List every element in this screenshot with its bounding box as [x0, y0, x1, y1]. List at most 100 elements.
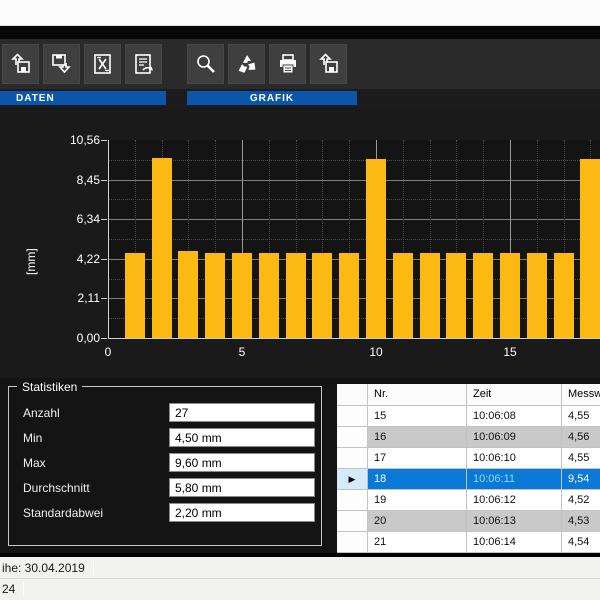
tab-daten[interactable]: DATEN [0, 91, 166, 105]
table-cell-messwert[interactable]: 4,56 [562, 427, 600, 448]
status-line-count: 24 [0, 578, 600, 599]
h-minor-gridline [108, 199, 600, 201]
y-tick-mark [101, 219, 107, 221]
stat-label: Durchschnitt [23, 481, 90, 495]
save-data-button[interactable] [43, 44, 80, 84]
status-line-date: ihe: 30.04.2019 [0, 557, 600, 578]
stat-row-anzahl: Anzahl [9, 403, 321, 423]
stat-row-max: Max [9, 453, 321, 473]
stat-value-input[interactable] [169, 453, 315, 472]
table-cell-nr[interactable]: 16 [368, 427, 467, 448]
status-separator [92, 560, 94, 575]
table-cell-messwert[interactable]: 4,55 [562, 448, 600, 469]
print-icon [276, 52, 300, 76]
table-cell-selector[interactable] [337, 532, 368, 553]
table-row[interactable]: 17 10:06:10 4,55 [337, 448, 600, 469]
stat-row-standardabwei: Standardabwei [9, 503, 321, 523]
table-row[interactable]: 15 10:06:08 4,55 [337, 406, 600, 427]
table-cell-selector[interactable] [337, 406, 368, 427]
table-cell-zeit[interactable]: 10:06:08 [467, 406, 562, 427]
chart-bar [205, 252, 226, 338]
chart-bar [339, 253, 360, 338]
chart-bar [580, 159, 600, 338]
chart-bar [151, 158, 172, 338]
toolbar-group-grafik [187, 44, 347, 84]
table-cell-selector[interactable] [337, 448, 368, 469]
save-image-button[interactable] [310, 44, 347, 84]
y-tick-label: 8,45 [76, 172, 100, 187]
table-cell-nr[interactable]: 17 [368, 448, 467, 469]
zoom-button[interactable] [187, 44, 224, 84]
stat-label: Anzahl [23, 406, 60, 420]
table-header-nr[interactable]: Nr. [368, 384, 467, 406]
table-cell-nr[interactable]: 20 [368, 511, 467, 532]
table-cell-messwert[interactable]: 4,53 [562, 511, 600, 532]
table-header-messwert[interactable]: Messw [562, 384, 600, 406]
chart-bar [312, 252, 333, 338]
stat-value-input[interactable] [169, 403, 315, 422]
table-row[interactable]: 16 10:06:09 4,56 [337, 427, 600, 448]
y-tick-label: 4,22 [76, 251, 100, 266]
chart-bar [178, 251, 199, 338]
y-tick-label: 10,56 [69, 133, 100, 147]
table-cell-zeit[interactable]: 10:06:12 [467, 490, 562, 511]
table-cell-messwert[interactable]: 4,55 [562, 406, 600, 427]
status-bar: ihe: 30.04.2019 24 [0, 557, 600, 600]
table-cell-nr[interactable]: 19 [368, 490, 467, 511]
table-header-row: Nr. Zeit Messw [337, 384, 600, 406]
tab-grafik[interactable]: GRAFIK [187, 91, 357, 105]
x-tick-label: 5 [238, 345, 246, 359]
table-cell-selector[interactable] [337, 490, 368, 511]
table-cell-nr[interactable]: 18 [368, 469, 467, 490]
measurement-table[interactable]: Nr. Zeit Messw 15 10:06:08 4,55 16 10:06:09 4,56… [337, 384, 600, 553]
table-cell-selector[interactable] [337, 427, 368, 448]
table-cell-messwert[interactable]: 9,54 [562, 469, 600, 490]
export-report-button[interactable] [125, 44, 162, 84]
table-cell-zeit[interactable]: 10:06:09 [467, 427, 562, 448]
table-header-selector[interactable] [337, 384, 368, 406]
table-row[interactable]: 21 10:06:14 4,54 [337, 532, 600, 553]
y-tick-mark [101, 258, 107, 260]
stat-row-durchschnitt: Durchschnitt [9, 478, 321, 498]
table-cell-zeit[interactable]: 10:06:10 [467, 448, 562, 469]
stat-value-input[interactable] [169, 503, 315, 522]
table-row[interactable]: 19 10:06:12 4,52 [337, 490, 600, 511]
chart-bar [124, 252, 145, 338]
chart-bar [232, 252, 252, 338]
statistics-title: Statistiken [17, 380, 83, 394]
export-report-icon [132, 52, 156, 76]
export-excel-button[interactable] [84, 44, 121, 84]
chart-bar [366, 158, 386, 338]
table-cell-messwert[interactable]: 4,54 [562, 532, 600, 553]
table-header-zeit[interactable]: Zeit [467, 384, 562, 406]
table-cell-nr[interactable]: 15 [368, 406, 467, 427]
table-row[interactable]: ▶ 18 10:06:11 9,54 [337, 469, 600, 490]
y-tick-label: 0,00 [76, 331, 100, 345]
bar-chart: 10,56 8,45 6,34 4,22 2,11 0,00 0 5 10 15 [mm] [0, 107, 600, 378]
table-cell-zeit[interactable]: 10:06:14 [467, 532, 562, 553]
y-tick-mark [101, 338, 107, 339]
bottom-section: Statistiken Anzahl Min Max Durchschnitt Stan… [0, 378, 600, 553]
load-data-button[interactable] [2, 44, 39, 84]
x-axis-line [108, 338, 600, 339]
table-row[interactable]: 20 10:06:13 4,53 [337, 511, 600, 532]
h-gridline [108, 219, 600, 221]
h-minor-gridline [108, 239, 600, 240]
export-excel-icon [91, 52, 115, 76]
table-cell-selector[interactable]: ▶ [337, 469, 368, 490]
table-cell-selector[interactable] [337, 511, 368, 532]
y-tick-mark [101, 140, 107, 141]
x-tick-label: 15 [503, 345, 517, 359]
stat-value-input[interactable] [169, 428, 315, 447]
refresh-button[interactable] [228, 44, 265, 84]
table-cell-messwert[interactable]: 4,52 [562, 490, 600, 511]
table-cell-nr[interactable]: 21 [368, 532, 467, 553]
chart-bar [419, 252, 440, 338]
table-cell-zeit[interactable]: 10:06:11 [467, 469, 562, 490]
chart-bar [285, 252, 306, 338]
chart-bar [553, 252, 574, 338]
print-button[interactable] [269, 44, 306, 84]
stat-value-input[interactable] [169, 478, 315, 497]
table-cell-zeit[interactable]: 10:06:13 [467, 511, 562, 532]
chart-bar [392, 253, 413, 338]
